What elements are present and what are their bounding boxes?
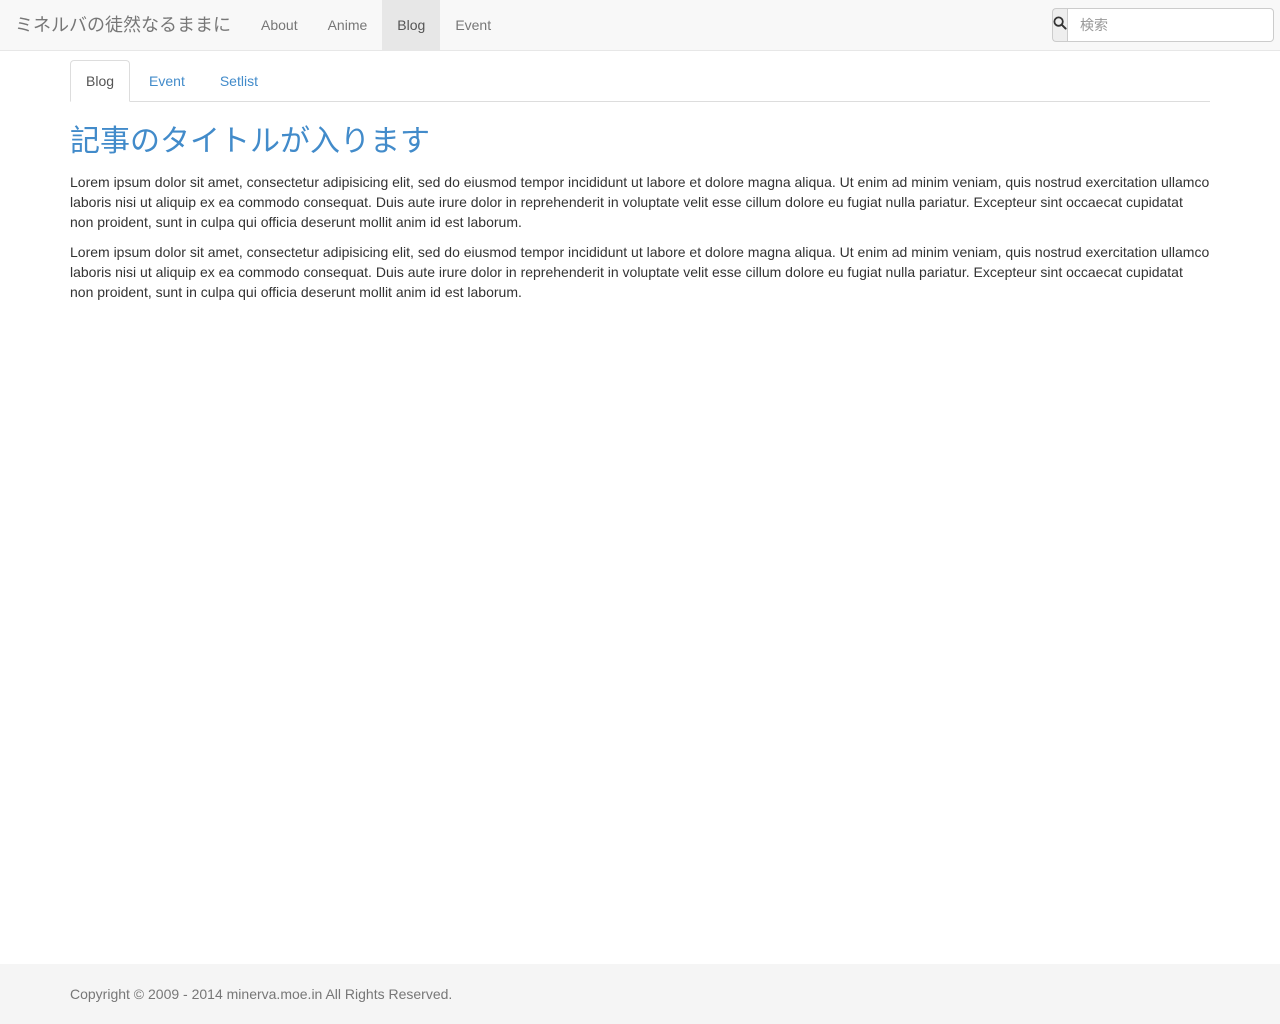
copyright-text: Copyright © 2009 - 2014 minerva.moe.in A… [70, 986, 453, 1002]
tab-blog[interactable]: Blog [70, 60, 131, 102]
nav-item-about[interactable]: About [246, 0, 313, 50]
tab-setlist[interactable]: Setlist [204, 60, 274, 102]
tab-event[interactable]: Event [133, 60, 201, 102]
footer: Copyright © 2009 - 2014 minerva.moe.in A… [0, 964, 1280, 1024]
nav-item-anime[interactable]: Anime [313, 0, 383, 50]
article-paragraph: Lorem ipsum dolor sit amet, consectetur … [70, 244, 1210, 300]
search-form [1052, 8, 1274, 42]
article-paragraph: Lorem ipsum dolor sit amet, consectetur … [70, 174, 1210, 230]
article: 記事のタイトルが入ります Lorem ipsum dolor sit amet,… [70, 120, 1210, 302]
nav-item-event[interactable]: Event [440, 0, 506, 50]
article-title[interactable]: 記事のタイトルが入ります [70, 120, 1210, 164]
search-button[interactable] [1052, 8, 1067, 42]
main-nav: About Anime Blog Event [246, 0, 506, 50]
search-icon [1053, 16, 1067, 35]
content-tabs: Blog Event Setlist [70, 60, 1210, 102]
site-brand[interactable]: ミネルバの徒然なるままに [15, 0, 231, 50]
search-input[interactable] [1067, 8, 1274, 42]
navbar: ミネルバの徒然なるままに About Anime Blog Event [0, 0, 1280, 51]
nav-item-blog[interactable]: Blog [382, 0, 441, 50]
